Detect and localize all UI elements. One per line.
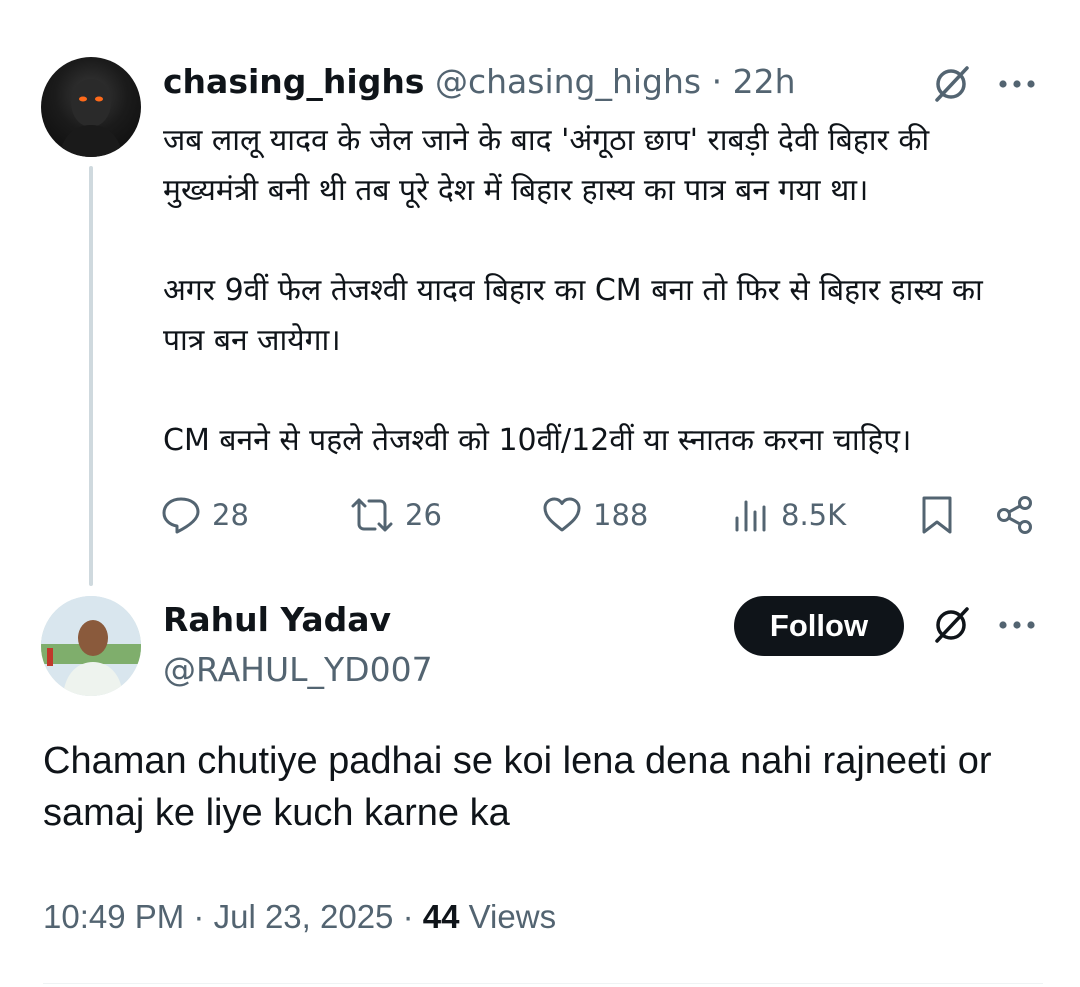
more-options-button[interactable] — [992, 603, 1042, 647]
user-handle[interactable]: @chasing_highs — [435, 62, 701, 101]
tweet-time[interactable]: 10:49 PM — [43, 898, 184, 935]
more-icon — [999, 621, 1035, 629]
grok-button[interactable] — [925, 62, 977, 106]
thread-connector-line — [89, 166, 93, 586]
reply-display-name[interactable]: Rahul Yadav — [163, 600, 391, 640]
tweet-text: जब लालू यादव के जेल जाने के बाद 'अंगूठा … — [163, 123, 983, 458]
reply-tweet-text: Chaman chutiye padhai se koi lena dena n… — [43, 740, 992, 834]
grok-icon — [935, 607, 969, 643]
grok-button[interactable] — [925, 603, 977, 647]
retweet-count: 26 — [405, 498, 442, 532]
views-icon — [735, 500, 766, 532]
reply-count: 28 — [212, 498, 249, 532]
tweet-metadata: 10:49 PM · Jul 23, 2025 · 44 Views — [43, 895, 556, 939]
like-button[interactable]: 188 — [541, 492, 648, 538]
reply-button[interactable]: 28 — [160, 492, 249, 538]
grok-icon — [935, 66, 969, 102]
avatar-image — [59, 79, 123, 157]
reply-user-handle[interactable]: @RAHUL_YD007 — [163, 650, 433, 690]
tweet-date[interactable]: Jul 23, 2025 — [214, 898, 394, 935]
views-count: 8.5K — [781, 498, 847, 532]
share-icon — [997, 496, 1032, 534]
parent-tweet-header: chasing_highs @chasing_highs · 22h — [163, 62, 796, 102]
views-count[interactable]: 44 — [423, 898, 460, 935]
header-separator: · — [711, 62, 723, 101]
display-name[interactable]: chasing_highs — [163, 62, 424, 101]
bookmark-button[interactable] — [916, 494, 958, 536]
follow-button[interactable]: Follow — [734, 596, 904, 656]
retweet-icon — [351, 498, 393, 532]
reply-icon — [162, 497, 200, 534]
more-options-button[interactable] — [992, 62, 1042, 106]
bookmark-icon — [922, 496, 952, 534]
views-button[interactable]: 8.5K — [731, 492, 846, 538]
views-label: Views — [468, 898, 557, 935]
meta-separator: · — [193, 898, 205, 935]
share-button[interactable] — [994, 494, 1036, 536]
divider — [43, 983, 1043, 984]
like-count: 188 — [593, 498, 649, 532]
avatar-chasing-highs[interactable] — [41, 57, 141, 157]
avatar-rahul-yadav[interactable] — [41, 596, 141, 696]
retweet-button[interactable]: 26 — [349, 492, 442, 538]
timestamp-relative[interactable]: 22h — [733, 62, 796, 101]
meta-separator: · — [402, 898, 414, 935]
more-icon — [999, 80, 1035, 88]
avatar-image — [41, 596, 141, 696]
heart-icon — [543, 497, 581, 532]
